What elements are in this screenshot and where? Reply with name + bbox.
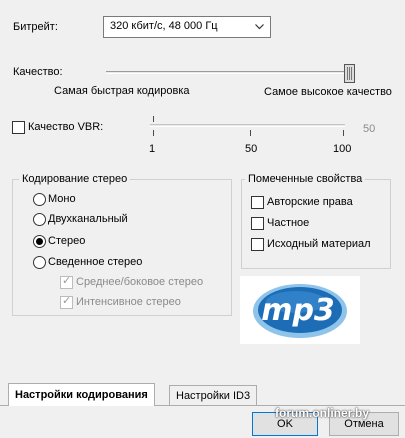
private-checkbox[interactable]: [251, 217, 264, 230]
radio-joint-stereo[interactable]: [33, 256, 46, 269]
original-checkbox[interactable]: [251, 238, 264, 251]
vbr-current-value: 50: [363, 123, 376, 135]
mp3-logo: mp3: [240, 276, 360, 344]
radio-stereo-label: Стерео: [48, 235, 86, 247]
bitrate-select-value: 320 кбит/с, 48 000 Гц: [110, 20, 218, 32]
radio-mono[interactable]: [33, 193, 46, 206]
mp3-logo-text: mp3: [261, 293, 335, 328]
copyright-checkbox[interactable]: [251, 196, 264, 209]
vbr-tick-label-min: 1: [149, 143, 156, 155]
radio-mono-label: Моно: [48, 193, 76, 205]
chevron-down-icon: [255, 24, 264, 30]
radio-joint-stereo-label: Сведенное стерео: [48, 256, 143, 268]
vbr-label: Качество VBR:: [28, 121, 104, 133]
bitrate-label: Битрейт:: [13, 21, 58, 33]
vbr-checkbox[interactable]: [12, 121, 25, 134]
copyright-label: Авторские права: [267, 196, 353, 208]
radio-dual-channel-label: Двухканальный: [48, 213, 128, 225]
radio-stereo[interactable]: [33, 235, 46, 248]
tab-id3-settings[interactable]: Настройки ID3: [169, 385, 258, 405]
stereo-group-title: Кодирование стерео: [19, 173, 131, 185]
vbr-tick-label-mid: 50: [245, 143, 258, 155]
private-label: Частное: [267, 217, 310, 229]
radio-dual-channel[interactable]: [33, 213, 46, 226]
vbr-slider[interactable]: [150, 116, 345, 138]
vbr-tick-max: [343, 130, 344, 136]
tab-id3-settings-label: Настройки ID3: [176, 390, 251, 402]
quality-label: Качество:: [13, 66, 63, 78]
quality-caption-fast: Самая быстрая кодировка: [54, 85, 190, 97]
quality-slider-track: [106, 71, 355, 74]
vbr-tick-min: [153, 130, 154, 136]
vbr-tick-label-max: 100: [333, 143, 352, 155]
vbr-slider-track: [150, 124, 345, 127]
quality-slider-thumb[interactable]: [344, 64, 355, 83]
check-icon: ✓: [62, 295, 72, 307]
tab-encoding-settings[interactable]: Настройки кодирования: [8, 383, 155, 406]
mid-side-checkbox[interactable]: ✓: [60, 275, 73, 289]
flags-group-title: Помеченные свойства: [245, 173, 366, 185]
quality-slider[interactable]: [106, 64, 355, 84]
quality-caption-best: Самое высокое качество: [264, 86, 392, 98]
mp3-logo-graphic: mp3: [253, 284, 347, 338]
bitrate-select[interactable]: 320 кбит/с, 48 000 Гц: [103, 16, 271, 38]
tab-encoding-settings-label: Настройки кодирования: [15, 389, 148, 401]
check-icon: ✓: [62, 275, 72, 287]
vbr-tick-mid: [250, 130, 251, 136]
watermark-text: forum.onliner.by: [275, 406, 370, 420]
intensity-label: Интенсивное стерео: [76, 296, 181, 308]
original-label: Исходный материал: [267, 238, 371, 250]
mid-side-label: Среднее/боковое стерео: [76, 276, 204, 288]
intensity-checkbox[interactable]: ✓: [60, 295, 73, 309]
